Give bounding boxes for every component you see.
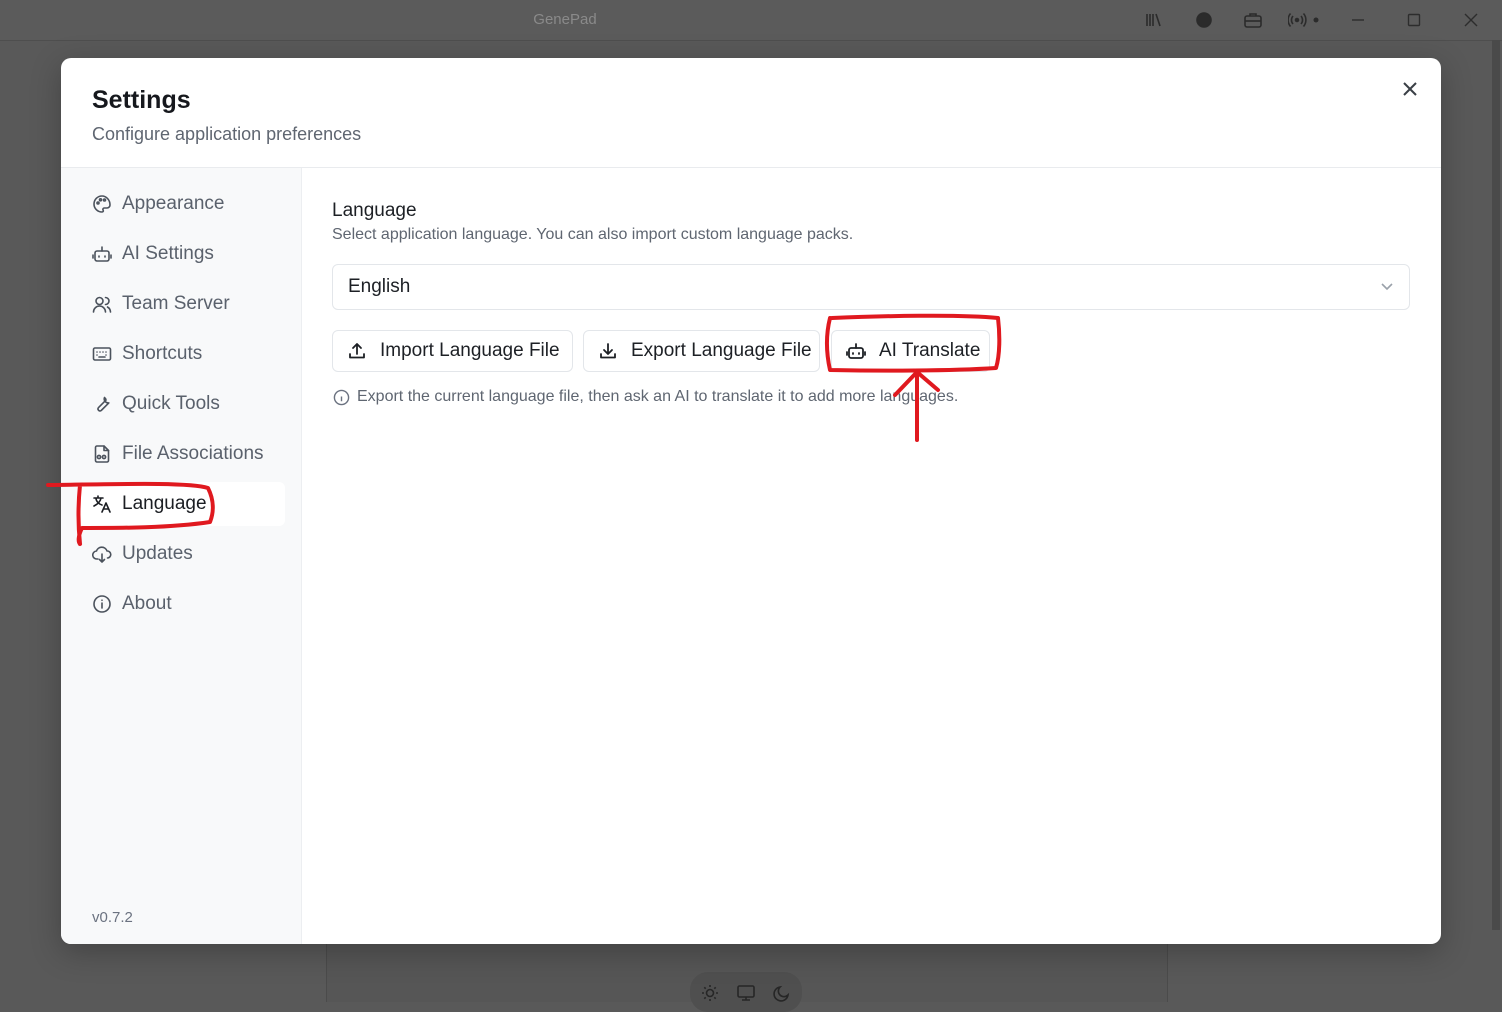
close-icon [1403, 81, 1417, 101]
sidebar-item-language[interactable]: Language [79, 482, 285, 526]
sidebar-item-shortcuts[interactable]: Shortcuts [79, 332, 285, 376]
sidebar-item-appearance[interactable]: Appearance [79, 182, 285, 226]
chevron-down-icon [1379, 278, 1395, 299]
sidebar-item-team-server[interactable]: Team Server [79, 282, 285, 326]
sidebar-item-label: Quick Tools [122, 393, 220, 414]
close-window-icon[interactable] [1457, 8, 1485, 32]
sidebar-item-ai-settings[interactable]: AI Settings [79, 232, 285, 276]
sidebar-item-label: Appearance [122, 193, 225, 214]
cloud-download-icon [91, 543, 113, 565]
monitor-icon[interactable] [736, 983, 756, 1003]
download-icon [597, 340, 619, 362]
ai-badge-icon[interactable] [1194, 10, 1214, 30]
sidebar-item-label: Language [122, 493, 207, 514]
sidebar-item-label: Updates [122, 543, 193, 564]
sidebar-item-updates[interactable]: Updates [79, 532, 285, 576]
info-icon [91, 593, 113, 615]
dialog-header: Settings Configure application preferenc… [61, 58, 1441, 168]
library-icon[interactable] [1144, 10, 1164, 30]
palette-icon [91, 193, 113, 215]
users-icon [91, 293, 113, 315]
sun-icon[interactable] [700, 983, 720, 1003]
keyboard-icon [91, 343, 113, 365]
background-scrollbar [1492, 40, 1500, 930]
import-language-button[interactable]: Import Language File [332, 330, 573, 372]
language-select[interactable]: English [332, 264, 1410, 310]
briefcase-icon[interactable] [1243, 10, 1263, 30]
dialog-subtitle: Configure application preferences [92, 124, 362, 144]
settings-dialog: Settings Configure application preferenc… [61, 58, 1441, 944]
robot-icon [91, 243, 113, 265]
sidebar-item-label: AI Settings [122, 243, 214, 264]
minimize-icon[interactable] [1344, 8, 1372, 32]
button-label: Import Language File [380, 340, 560, 361]
export-language-button[interactable]: Export Language File [583, 330, 820, 372]
maximize-icon[interactable] [1400, 8, 1428, 32]
translate-icon [91, 493, 113, 515]
sidebar-item-label: About [122, 593, 172, 614]
sidebar-item-label: File Associations [122, 443, 264, 464]
button-label: Export Language File [631, 340, 812, 361]
ai-translate-button[interactable]: AI Translate [831, 330, 990, 372]
hint-text: Export the current language file, then a… [357, 388, 959, 405]
wrench-icon [91, 393, 113, 415]
app-version: v0.7.2 [92, 909, 133, 926]
close-dialog-button[interactable] [1397, 78, 1423, 104]
file-link-icon [91, 443, 113, 465]
sidebar-item-quick-tools[interactable]: Quick Tools [79, 382, 285, 426]
moon-icon[interactable] [772, 983, 792, 1003]
language-settings-panel: Language Select application language. Yo… [302, 168, 1441, 944]
broadcast-icon[interactable] [1288, 10, 1322, 30]
help-hint: Export the current language file, then a… [332, 388, 958, 406]
theme-switcher [690, 972, 802, 1012]
window-title: GenePad [533, 11, 597, 28]
upload-icon [346, 340, 368, 362]
button-label: AI Translate [879, 340, 981, 361]
title-bar: GenePad [0, 0, 1502, 41]
sidebar-item-file-associations[interactable]: File Associations [79, 432, 285, 476]
sidebar-item-label: Shortcuts [122, 343, 203, 364]
section-title: Language [332, 200, 417, 221]
settings-sidebar: Appearance AI Settings Team Server Short… [61, 168, 302, 944]
robot-icon [845, 340, 867, 362]
sidebar-item-label: Team Server [122, 293, 230, 314]
language-select-value: English [348, 276, 411, 297]
info-icon [332, 388, 350, 406]
section-description: Select application language. You can als… [332, 226, 854, 243]
dialog-title: Settings [92, 86, 191, 114]
sidebar-item-about[interactable]: About [79, 582, 285, 626]
